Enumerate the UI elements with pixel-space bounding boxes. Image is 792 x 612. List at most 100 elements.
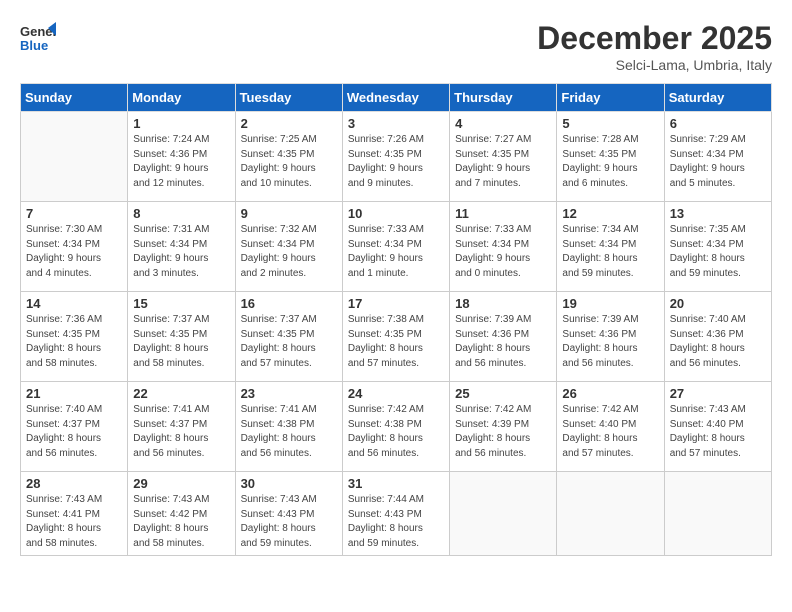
- day-info: Sunrise: 7:40 AM Sunset: 4:36 PM Dayligh…: [670, 313, 766, 371]
- day-number: 7: [26, 206, 122, 221]
- calendar-cell: 24Sunrise: 7:42 AM Sunset: 4:38 PM Dayli…: [342, 382, 449, 472]
- day-header-friday: Friday: [557, 84, 664, 112]
- calendar-week-row: 7 Sunrise: 7:30 AM Sunset: 4:34 PM Daylig…: [21, 202, 772, 292]
- day-number: 25: [455, 386, 551, 401]
- calendar-cell: 29 Sunrise: 7:43 AM Sunset: 4:42 PM Dayli…: [128, 472, 235, 556]
- calendar-cell: 3 Sunrise: 7:26 AM Sunset: 4:35 PM Daylig…: [342, 112, 449, 202]
- day-number: 15: [133, 296, 229, 311]
- day-info: Sunrise: 7:24 AM Sunset: 4:36 PM Dayligh…: [133, 133, 229, 191]
- calendar-cell: 13 Sunrise: 7:35 AM Sunset: 4:34 PM Dayli…: [664, 202, 771, 292]
- day-number: 20: [670, 296, 766, 311]
- day-info: Sunrise: 7:26 AM Sunset: 4:35 PM Dayligh…: [348, 133, 444, 191]
- day-number: 14: [26, 296, 122, 311]
- calendar-cell: [664, 472, 771, 556]
- day-number: 16: [241, 296, 337, 311]
- day-number: 8: [133, 206, 229, 221]
- calendar-cell: 17Sunrise: 7:38 AM Sunset: 4:35 PM Dayli…: [342, 292, 449, 382]
- day-number: 11: [455, 206, 551, 221]
- title-block: December 2025 Selci-Lama, Umbria, Italy: [537, 20, 772, 73]
- calendar-cell: 27Sunrise: 7:43 AM Sunset: 4:40 PM Dayli…: [664, 382, 771, 472]
- day-number: 22: [133, 386, 229, 401]
- day-info: Sunrise: 7:32 AM Sunset: 4:34 PM Dayligh…: [241, 223, 337, 281]
- day-header-sunday: Sunday: [21, 84, 128, 112]
- calendar-cell: 2 Sunrise: 7:25 AM Sunset: 4:35 PM Daylig…: [235, 112, 342, 202]
- day-number: 13: [670, 206, 766, 221]
- day-number: 28: [26, 476, 122, 491]
- day-info: Sunrise: 7:41 AM Sunset: 4:38 PM Dayligh…: [241, 403, 337, 461]
- calendar-cell: 21Sunrise: 7:40 AM Sunset: 4:37 PM Dayli…: [21, 382, 128, 472]
- calendar-week-row: 28Sunrise: 7:43 AM Sunset: 4:41 PM Dayli…: [21, 472, 772, 556]
- page-header: General Blue December 2025 Selci-Lama, U…: [20, 20, 772, 73]
- day-info: Sunrise: 7:25 AM Sunset: 4:35 PM Dayligh…: [241, 133, 337, 191]
- calendar-cell: 28Sunrise: 7:43 AM Sunset: 4:41 PM Dayli…: [21, 472, 128, 556]
- day-number: 1: [133, 116, 229, 131]
- day-number: 3: [348, 116, 444, 131]
- logo: General Blue: [20, 20, 56, 56]
- calendar-cell: 12 Sunrise: 7:34 AM Sunset: 4:34 PM Dayli…: [557, 202, 664, 292]
- day-info: Sunrise: 7:37 AM Sunset: 4:35 PM Dayligh…: [133, 313, 229, 371]
- calendar-cell: 25 Sunrise: 7:42 AM Sunset: 4:39 PM Dayli…: [450, 382, 557, 472]
- day-info: Sunrise: 7:39 AM Sunset: 4:36 PM Dayligh…: [455, 313, 551, 371]
- day-number: 29: [133, 476, 229, 491]
- day-info: Sunrise: 7:29 AM Sunset: 4:34 PM Dayligh…: [670, 133, 766, 191]
- calendar-header-row: SundayMondayTuesdayWednesdayThursdayFrid…: [21, 84, 772, 112]
- calendar-week-row: 1 Sunrise: 7:24 AM Sunset: 4:36 PM Daylig…: [21, 112, 772, 202]
- calendar-cell: 16 Sunrise: 7:37 AM Sunset: 4:35 PM Dayli…: [235, 292, 342, 382]
- day-info: Sunrise: 7:43 AM Sunset: 4:43 PM Dayligh…: [241, 493, 337, 551]
- day-number: 23: [241, 386, 337, 401]
- day-info: Sunrise: 7:27 AM Sunset: 4:35 PM Dayligh…: [455, 133, 551, 191]
- svg-text:Blue: Blue: [20, 38, 48, 53]
- day-info: Sunrise: 7:43 AM Sunset: 4:40 PM Dayligh…: [670, 403, 766, 461]
- calendar-cell: 23 Sunrise: 7:41 AM Sunset: 4:38 PM Dayli…: [235, 382, 342, 472]
- day-number: 17: [348, 296, 444, 311]
- calendar-cell: 26 Sunrise: 7:42 AM Sunset: 4:40 PM Dayli…: [557, 382, 664, 472]
- day-number: 31: [348, 476, 444, 491]
- calendar-cell: 8 Sunrise: 7:31 AM Sunset: 4:34 PM Daylig…: [128, 202, 235, 292]
- day-number: 2: [241, 116, 337, 131]
- day-info: Sunrise: 7:31 AM Sunset: 4:34 PM Dayligh…: [133, 223, 229, 281]
- calendar-cell: 30 Sunrise: 7:43 AM Sunset: 4:43 PM Dayli…: [235, 472, 342, 556]
- day-number: 26: [562, 386, 658, 401]
- day-number: 30: [241, 476, 337, 491]
- day-number: 6: [670, 116, 766, 131]
- day-info: Sunrise: 7:39 AM Sunset: 4:36 PM Dayligh…: [562, 313, 658, 371]
- day-info: Sunrise: 7:42 AM Sunset: 4:40 PM Dayligh…: [562, 403, 658, 461]
- day-info: Sunrise: 7:34 AM Sunset: 4:34 PM Dayligh…: [562, 223, 658, 281]
- month-title: December 2025: [537, 20, 772, 57]
- calendar-cell: [557, 472, 664, 556]
- calendar-cell: 9Sunrise: 7:32 AM Sunset: 4:34 PM Daylig…: [235, 202, 342, 292]
- day-info: Sunrise: 7:37 AM Sunset: 4:35 PM Dayligh…: [241, 313, 337, 371]
- day-info: Sunrise: 7:44 AM Sunset: 4:43 PM Dayligh…: [348, 493, 444, 551]
- day-info: Sunrise: 7:30 AM Sunset: 4:34 PM Dayligh…: [26, 223, 122, 281]
- day-info: Sunrise: 7:35 AM Sunset: 4:34 PM Dayligh…: [670, 223, 766, 281]
- day-header-saturday: Saturday: [664, 84, 771, 112]
- day-number: 21: [26, 386, 122, 401]
- day-number: 4: [455, 116, 551, 131]
- calendar-cell: 11 Sunrise: 7:33 AM Sunset: 4:34 PM Dayli…: [450, 202, 557, 292]
- calendar-cell: 18 Sunrise: 7:39 AM Sunset: 4:36 PM Dayli…: [450, 292, 557, 382]
- calendar-week-row: 21Sunrise: 7:40 AM Sunset: 4:37 PM Dayli…: [21, 382, 772, 472]
- day-header-tuesday: Tuesday: [235, 84, 342, 112]
- calendar-week-row: 14 Sunrise: 7:36 AM Sunset: 4:35 PM Dayli…: [21, 292, 772, 382]
- day-number: 24: [348, 386, 444, 401]
- day-header-wednesday: Wednesday: [342, 84, 449, 112]
- day-number: 19: [562, 296, 658, 311]
- calendar-table: SundayMondayTuesdayWednesdayThursdayFrid…: [20, 83, 772, 556]
- calendar-cell: 19 Sunrise: 7:39 AM Sunset: 4:36 PM Dayli…: [557, 292, 664, 382]
- day-header-monday: Monday: [128, 84, 235, 112]
- day-info: Sunrise: 7:42 AM Sunset: 4:39 PM Dayligh…: [455, 403, 551, 461]
- day-info: Sunrise: 7:41 AM Sunset: 4:37 PM Dayligh…: [133, 403, 229, 461]
- day-info: Sunrise: 7:33 AM Sunset: 4:34 PM Dayligh…: [455, 223, 551, 281]
- calendar-cell: 15 Sunrise: 7:37 AM Sunset: 4:35 PM Dayli…: [128, 292, 235, 382]
- day-number: 10: [348, 206, 444, 221]
- day-number: 18: [455, 296, 551, 311]
- day-number: 12: [562, 206, 658, 221]
- day-info: Sunrise: 7:28 AM Sunset: 4:35 PM Dayligh…: [562, 133, 658, 191]
- calendar-cell: 31 Sunrise: 7:44 AM Sunset: 4:43 PM Dayli…: [342, 472, 449, 556]
- day-info: Sunrise: 7:43 AM Sunset: 4:42 PM Dayligh…: [133, 493, 229, 551]
- calendar-cell: 5Sunrise: 7:28 AM Sunset: 4:35 PM Daylig…: [557, 112, 664, 202]
- calendar-cell: 20 Sunrise: 7:40 AM Sunset: 4:36 PM Dayli…: [664, 292, 771, 382]
- calendar-cell: [450, 472, 557, 556]
- day-info: Sunrise: 7:33 AM Sunset: 4:34 PM Dayligh…: [348, 223, 444, 281]
- day-info: Sunrise: 7:36 AM Sunset: 4:35 PM Dayligh…: [26, 313, 122, 371]
